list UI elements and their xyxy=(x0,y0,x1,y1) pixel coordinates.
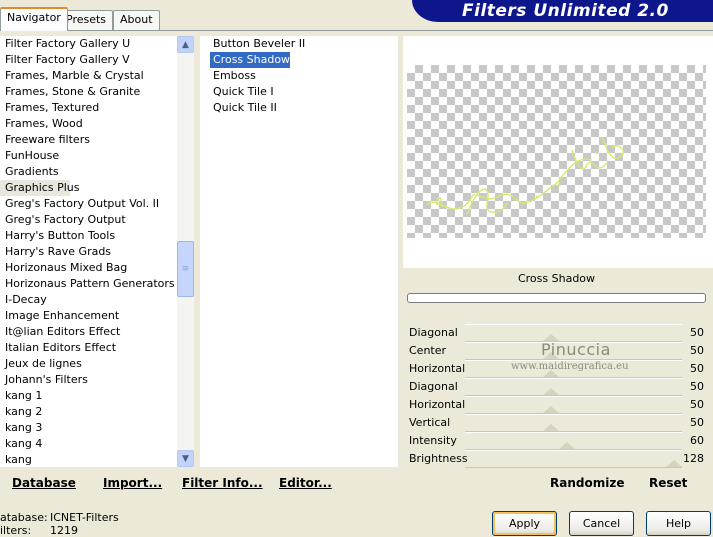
param-row: Brightness 128 xyxy=(407,450,706,468)
help-button[interactable]: Help xyxy=(646,511,711,536)
category-item[interactable]: kang 1 xyxy=(0,388,177,404)
param-slider[interactable] xyxy=(465,450,682,468)
category-item[interactable]: Frames, Stone & Granite xyxy=(0,84,177,100)
param-value[interactable]: 60 xyxy=(690,434,704,447)
category-item[interactable]: kang 4 xyxy=(0,436,177,452)
apply-button[interactable]: Apply xyxy=(492,511,557,536)
category-item[interactable]: Italian Editors Effect xyxy=(0,340,177,356)
param-value[interactable]: 50 xyxy=(690,380,704,393)
watermark-url: www.maidiregrafica.eu xyxy=(511,361,629,372)
category-item[interactable]: Gradients xyxy=(0,164,177,180)
category-item[interactable]: Frames, Textured xyxy=(0,100,177,116)
database-value: ICNET-Filters xyxy=(50,511,119,524)
param-label: Brightness xyxy=(409,452,468,465)
cancel-button[interactable]: Cancel xyxy=(569,511,634,536)
watermark-name: Pinuccia xyxy=(541,340,611,359)
reset-button[interactable]: Reset xyxy=(649,476,687,490)
param-row: Diagonal 50 xyxy=(407,378,706,396)
slider-thumb[interactable] xyxy=(543,388,560,395)
category-item[interactable]: FunHouse xyxy=(0,148,177,164)
randomize-button[interactable]: Randomize xyxy=(550,476,624,490)
category-item[interactable]: Harry's Rave Grads xyxy=(0,244,177,260)
param-slider[interactable] xyxy=(465,432,682,450)
chevron-up-icon: ▲ xyxy=(182,39,189,50)
category-item[interactable]: Graphics Plus xyxy=(0,180,79,196)
scroll-up-button[interactable]: ▲ xyxy=(177,36,194,53)
filter-list[interactable]: Button Beveler II Cross Shadow Emboss Quick… xyxy=(200,36,398,467)
category-item[interactable]: Filter Factory Gallery U xyxy=(0,36,177,52)
editor-button[interactable]: Editor... xyxy=(279,476,332,490)
filters-label: ilters: xyxy=(0,524,32,537)
category-item[interactable]: Frames, Wood xyxy=(0,116,177,132)
param-label: Vertical xyxy=(409,416,451,429)
category-scrollbar[interactable]: ▲ ≡ ▼ xyxy=(177,36,194,467)
category-item[interactable]: Jeux de lignes xyxy=(0,356,177,372)
param-row: Horizontal 50 xyxy=(407,396,706,414)
category-item[interactable]: Johann's Filters xyxy=(0,372,177,388)
slider-thumb[interactable] xyxy=(543,424,560,431)
app-title: Filters Unlimited 2.0 xyxy=(462,1,669,21)
category-item[interactable]: I-Decay xyxy=(0,292,177,308)
filter-item[interactable]: Quick Tile I xyxy=(210,84,274,100)
filter-info-button[interactable]: Filter Info... xyxy=(182,476,263,490)
filters-value: 1219 xyxy=(50,524,78,537)
param-slider[interactable] xyxy=(465,414,682,432)
database-label: atabase: xyxy=(0,511,48,524)
preview-image xyxy=(407,65,706,238)
param-value[interactable]: 50 xyxy=(690,344,704,357)
chevron-down-icon: ▼ xyxy=(182,453,189,464)
category-item[interactable]: Greg's Factory Output xyxy=(0,212,177,228)
param-value[interactable]: 50 xyxy=(690,362,704,375)
param-label: Diagonal xyxy=(409,326,458,339)
category-list[interactable]: Filter Factory Gallery U Filter Factory G… xyxy=(0,36,177,467)
preview-artwork xyxy=(426,136,624,216)
param-label: Intensity xyxy=(409,434,457,447)
param-label: Horizontal xyxy=(409,362,466,375)
tab-navigator[interactable]: Navigator xyxy=(0,7,68,31)
filter-title: Cross Shadow xyxy=(517,272,596,285)
scroll-down-button[interactable]: ▼ xyxy=(177,450,194,467)
param-value[interactable]: 50 xyxy=(690,326,704,339)
database-button[interactable]: Database xyxy=(12,476,76,490)
category-item[interactable]: Greg's Factory Output Vol. II xyxy=(0,196,177,212)
scroll-thumb[interactable]: ≡ xyxy=(177,241,194,297)
tab-about[interactable]: About xyxy=(113,10,160,30)
category-item[interactable]: Filter Factory Gallery V xyxy=(0,52,177,68)
filter-item[interactable]: Button Beveler II xyxy=(210,36,305,52)
param-value[interactable]: 50 xyxy=(690,398,704,411)
category-item[interactable]: Horizonaus Mixed Bag xyxy=(0,260,177,276)
param-slider[interactable] xyxy=(465,396,682,414)
slider-thumb[interactable] xyxy=(666,460,682,467)
category-item[interactable]: Horizonaus Pattern Generators xyxy=(0,276,177,292)
category-item[interactable]: kang 3 xyxy=(0,420,177,436)
param-value[interactable]: 128 xyxy=(683,452,704,465)
param-row: Intensity 60 xyxy=(407,432,706,450)
category-item[interactable]: Frames, Marble & Crystal xyxy=(0,68,177,84)
category-item[interactable]: Image Enhancement xyxy=(0,308,177,324)
category-item[interactable]: kang xyxy=(0,452,177,467)
param-row: Vertical 50 xyxy=(407,414,706,432)
param-label: Diagonal xyxy=(409,380,458,393)
filter-item[interactable]: Cross Shadow xyxy=(210,52,291,68)
filter-item[interactable]: Emboss xyxy=(210,68,256,84)
slider-thumb[interactable] xyxy=(559,442,576,449)
tab-strip-line xyxy=(0,30,713,31)
import-button[interactable]: Import... xyxy=(103,476,162,490)
grip-icon: ≡ xyxy=(181,264,190,274)
param-value[interactable]: 50 xyxy=(690,416,704,429)
param-label: Horizontal xyxy=(409,398,466,411)
category-item[interactable]: It@lian Editors Effect xyxy=(0,324,177,340)
filter-item[interactable]: Quick Tile II xyxy=(210,100,277,116)
category-item[interactable]: Harry's Button Tools xyxy=(0,228,177,244)
progress-bar xyxy=(407,293,706,303)
category-item[interactable]: Freeware filters xyxy=(0,132,177,148)
param-slider[interactable] xyxy=(465,378,682,396)
category-item[interactable]: kang 2 xyxy=(0,404,177,420)
slider-thumb[interactable] xyxy=(543,406,560,413)
param-label: Center xyxy=(409,344,447,357)
